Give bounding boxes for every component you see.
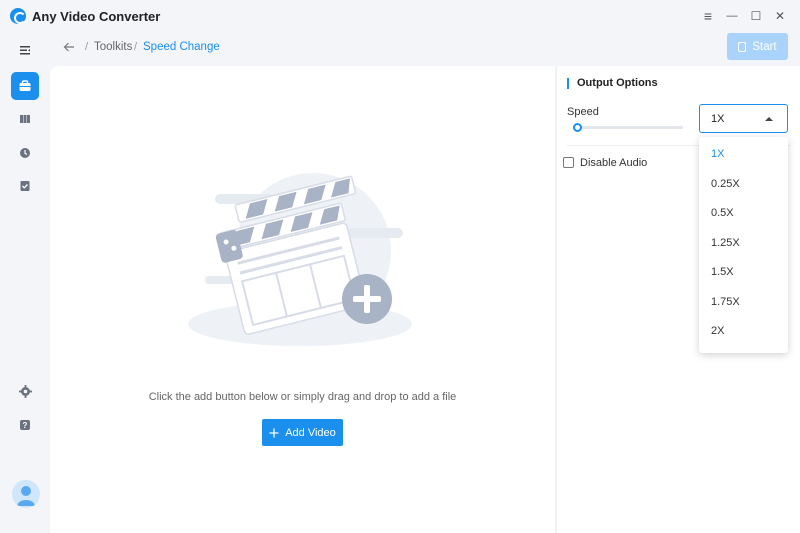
caret-up-icon (765, 117, 773, 121)
speed-option-1.25x[interactable]: 1.25X (699, 229, 788, 258)
speed-slider-track[interactable] (577, 126, 683, 129)
start-icon (738, 41, 747, 52)
disable-audio-checkbox[interactable] (563, 157, 574, 168)
speed-option-2x[interactable]: 2X (699, 317, 788, 346)
output-options-title: Output Options (567, 78, 658, 89)
user-avatar[interactable] (12, 480, 40, 508)
add-video-label: Add Video (285, 426, 336, 439)
collapse-sidebar-icon[interactable] (13, 38, 37, 62)
title-bar: Any Video Converter ≡ — ☐ ✕ (0, 0, 800, 32)
help-icon[interactable]: ? (13, 413, 37, 437)
close-icon[interactable]: ✕ (770, 6, 790, 26)
speed-dropdown: 1X 0.25X 0.5X 1.25X 1.5X 1.75X 2X (699, 137, 788, 353)
breadcrumb-toolkits[interactable]: Toolkits (94, 41, 132, 53)
back-arrow-icon[interactable] (62, 40, 78, 56)
breadcrumb-current: Speed Change (143, 41, 220, 53)
speed-option-1x[interactable]: 1X (699, 140, 788, 169)
sidebar-item-toolkits-icon[interactable] (11, 72, 39, 100)
maximize-icon[interactable]: ☐ (746, 6, 766, 26)
speed-option-0.5x[interactable]: 0.5X (699, 199, 788, 228)
clapperboard-illustration-icon (188, 173, 412, 346)
speed-option-1.75x[interactable]: 1.75X (699, 288, 788, 317)
breadcrumb-separator: / (85, 41, 89, 53)
plus-icon (269, 428, 279, 437)
sidebar: ? (0, 32, 50, 533)
minimize-icon[interactable]: — (722, 6, 742, 26)
speed-option-1.5x[interactable]: 1.5X (699, 258, 788, 287)
disable-audio-label[interactable]: Disable Audio (580, 157, 647, 169)
settings-gear-icon[interactable] (13, 379, 37, 403)
start-label: Start (752, 40, 777, 53)
sidebar-item-library-icon[interactable] (13, 107, 37, 131)
app-logo-icon (10, 8, 26, 24)
speed-label: Speed (567, 106, 599, 118)
add-video-button[interactable]: Add Video (262, 419, 343, 446)
drop-hint-text: Click the add button below or simply dra… (148, 391, 457, 403)
drop-area[interactable]: Click the add button below or simply dra… (50, 66, 555, 533)
app-title: Any Video Converter (32, 9, 161, 24)
start-button[interactable]: Start (727, 33, 788, 60)
speed-option-0.25x[interactable]: 0.25X (699, 170, 788, 199)
speed-select-value: 1X (711, 113, 725, 125)
menu-icon[interactable]: ≡ (698, 6, 718, 26)
breadcrumb-separator: / (134, 41, 138, 53)
speed-slider-handle[interactable] (573, 123, 582, 132)
sidebar-item-history-icon[interactable] (13, 141, 37, 165)
speed-select[interactable]: 1X (699, 104, 788, 133)
sidebar-item-tasks-icon[interactable] (13, 174, 37, 198)
svg-text:?: ? (23, 421, 28, 430)
breadcrumb: / Toolkits / Speed Change Start (50, 32, 800, 66)
